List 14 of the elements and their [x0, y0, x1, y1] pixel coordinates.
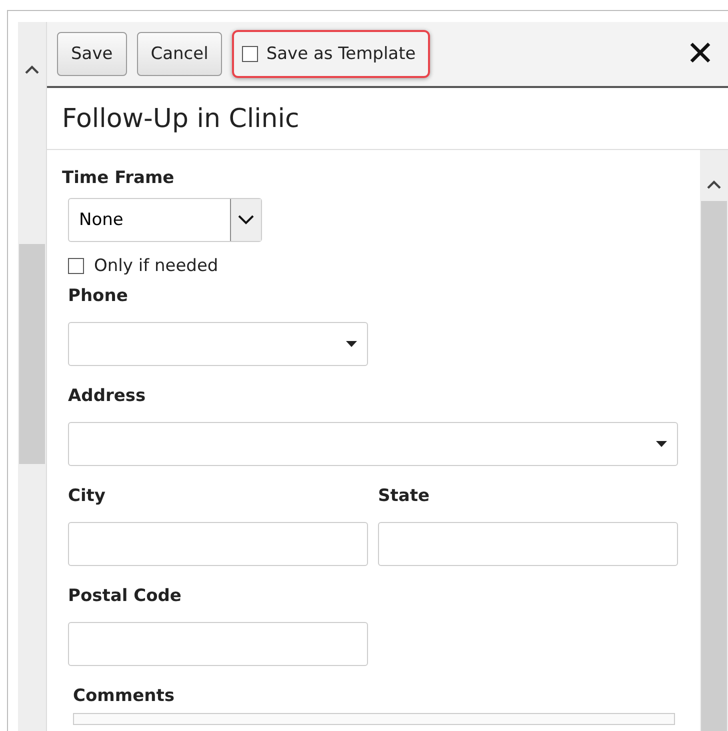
field-label: Postal Code — [68, 586, 182, 608]
toolbar-button[interactable]: Cancel — [136, 32, 222, 76]
field-label: Comments — [72, 686, 176, 708]
save-as-template-checkbox[interactable]: Save as Template — [232, 30, 430, 78]
toolbar-button[interactable]: Save — [57, 32, 127, 76]
only-if-needed-checkbox[interactable]: Only if needed — [68, 256, 218, 276]
field-label: State — [378, 486, 430, 508]
close-button[interactable]: ✕ — [682, 37, 718, 71]
field-label: Time Frame — [62, 168, 176, 190]
field-label: Address — [68, 386, 147, 408]
time-frame-select[interactable]: None — [68, 198, 262, 242]
dialog-title: Follow-Up in Clinic — [47, 88, 728, 150]
field-label: City — [68, 486, 107, 508]
field-label: Phone — [68, 286, 129, 308]
